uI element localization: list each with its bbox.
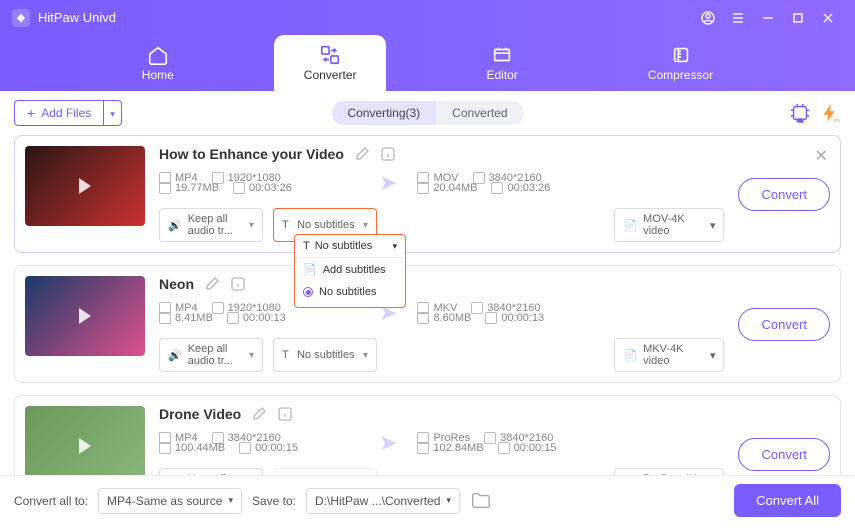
dst-size: 102.84MB: [433, 442, 483, 454]
src-size: 19.77MB: [175, 182, 219, 194]
convert-button[interactable]: Convert: [738, 438, 830, 471]
title-bar: ◆ HitPaw Univd: [0, 0, 855, 35]
file-title: Neon: [159, 276, 194, 292]
subtitle-dropdown-header: TNo subtitles▾: [295, 235, 405, 258]
remove-icon[interactable]: ✕: [815, 146, 828, 166]
add-files-button[interactable]: +Add Files ▾: [14, 100, 122, 126]
dst-duration: 00:00:15: [514, 442, 557, 454]
dst-size: 20.04MB: [433, 182, 477, 194]
svg-text:on: on: [834, 118, 840, 124]
app-title: HitPaw Univd: [38, 10, 693, 25]
status-tabs: Converting(3) Converted: [331, 101, 523, 125]
info-icon[interactable]: [230, 276, 246, 292]
src-duration: 00:03:26: [249, 182, 292, 194]
subtitle-select[interactable]: TNo subtitles▾: [273, 468, 377, 475]
subtitle-select[interactable]: TNo subtitles▾: [273, 338, 377, 372]
file-title: How to Enhance your Video: [159, 146, 344, 162]
file-card: Drone Video MP4 3840*2160 100.44MB 00:00…: [14, 395, 841, 475]
nav-home[interactable]: Home: [112, 35, 204, 91]
dst-size: 8.60MB: [433, 312, 471, 324]
home-icon: [147, 44, 169, 66]
toolbar: +Add Files ▾ Converting(3) Converted on …: [0, 91, 855, 135]
nav-editor[interactable]: Editor: [456, 35, 547, 91]
svg-text:on: on: [797, 118, 803, 124]
add-files-dropdown[interactable]: ▾: [104, 100, 122, 126]
no-subtitles-option[interactable]: No subtitles: [295, 281, 405, 303]
audio-select[interactable]: 🔊Keep all audio tr...▾: [159, 338, 263, 372]
convert-button[interactable]: Convert: [738, 308, 830, 341]
nav-label: Compressor: [648, 68, 713, 82]
subtitle-dropdown: TNo subtitles▾ 📄Add subtitles No subtitl…: [294, 234, 406, 308]
nav-label: Home: [142, 68, 174, 82]
nav-label: Editor: [486, 68, 517, 82]
arrow-icon: ➤: [379, 430, 397, 456]
dst-duration: 00:00:13: [501, 312, 544, 324]
menu-icon[interactable]: [723, 3, 753, 33]
src-size: 100.44MB: [175, 442, 225, 454]
info-icon[interactable]: [380, 146, 396, 162]
convert-all-label: Convert all to:: [14, 494, 88, 508]
compressor-icon: [670, 44, 692, 66]
dst-duration: 00:03:26: [507, 182, 550, 194]
minimize-icon[interactable]: [753, 3, 783, 33]
nav-label: Converter: [304, 68, 357, 82]
audio-select[interactable]: 🔊No audio track▾: [159, 468, 263, 475]
add-files-label: Add Files: [41, 106, 91, 120]
converter-icon: [319, 44, 341, 66]
gpu-accel-icon[interactable]: on: [789, 102, 811, 124]
convert-all-button[interactable]: Convert All: [734, 484, 841, 517]
play-icon: [79, 438, 91, 454]
edit-icon[interactable]: [354, 146, 370, 162]
maximize-icon[interactable]: [783, 3, 813, 33]
account-icon[interactable]: [693, 3, 723, 33]
audio-select[interactable]: 🔊Keep all audio tr...▾: [159, 208, 263, 242]
src-size: 8.41MB: [175, 312, 213, 324]
save-to-label: Save to:: [252, 494, 296, 508]
nav-compressor[interactable]: Compressor: [618, 35, 743, 91]
file-card: Neon MP4 1920*1080 8.41MB 00:00:13 ➤: [14, 265, 841, 383]
convert-all-select[interactable]: MP4-Same as source▾: [98, 488, 242, 514]
tab-converting[interactable]: Converting(3): [331, 101, 436, 125]
open-folder-icon[interactable]: [470, 490, 492, 512]
radio-icon: [303, 287, 313, 297]
play-icon: [79, 308, 91, 324]
src-duration: 00:00:15: [255, 442, 298, 454]
arrow-icon: ➤: [379, 170, 397, 196]
edit-icon[interactable]: [204, 276, 220, 292]
src-duration: 00:00:13: [243, 312, 286, 324]
app-logo: ◆: [12, 9, 30, 27]
editor-icon: [491, 44, 513, 66]
thumbnail[interactable]: [25, 276, 145, 356]
edit-icon[interactable]: [251, 406, 267, 422]
nav-converter[interactable]: Converter: [274, 35, 387, 91]
output-format-select[interactable]: 📄ProRes-4K video▾: [614, 468, 724, 475]
save-to-select[interactable]: D:\HitPaw ...\Converted▾: [306, 488, 460, 514]
play-icon: [79, 178, 91, 194]
close-icon[interactable]: [813, 3, 843, 33]
footer-bar: Convert all to: MP4-Same as source▾ Save…: [0, 475, 855, 525]
tab-converted[interactable]: Converted: [436, 101, 523, 125]
lightning-icon[interactable]: on: [819, 102, 841, 124]
convert-button[interactable]: Convert: [738, 178, 830, 211]
output-format-select[interactable]: 📄MKV-4K video▾: [614, 338, 724, 372]
output-format-select[interactable]: 📄MOV-4K video▾: [614, 208, 724, 242]
file-card: ✕ How to Enhance your Video MP4 1920*108…: [14, 135, 841, 253]
thumbnail[interactable]: [25, 146, 145, 226]
thumbnail[interactable]: [25, 406, 145, 475]
info-icon[interactable]: [277, 406, 293, 422]
add-subtitles-option[interactable]: 📄Add subtitles: [295, 258, 405, 281]
file-title: Drone Video: [159, 406, 241, 422]
main-nav: Home Converter Editor Compressor: [0, 35, 855, 91]
file-list: ✕ How to Enhance your Video MP4 1920*108…: [0, 135, 855, 475]
